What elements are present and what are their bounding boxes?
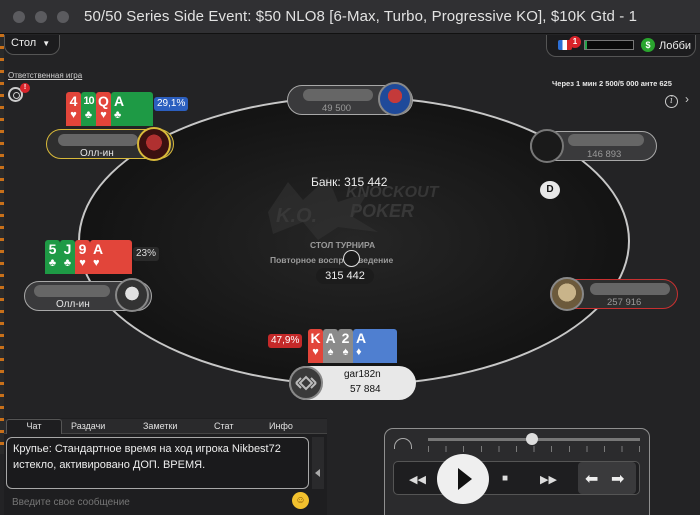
hero-hole-card: A ♦ [353, 329, 397, 363]
equity-badge: 29,1% [154, 97, 189, 111]
hero-name: gar182n [344, 369, 381, 380]
chevron-right-icon[interactable]: › [685, 92, 689, 106]
progress-fill [585, 41, 588, 49]
logo-ko-text: K.O. [276, 205, 317, 227]
pot-chip-icon [343, 250, 360, 267]
hero-hole-card: 2 ♠ [338, 329, 353, 363]
all-in-status: Олл-ин [80, 148, 114, 159]
lobby-button[interactable]: Лобби [659, 40, 691, 52]
close-window-button[interactable] [13, 11, 25, 23]
blind-level-timer: Через 1 мин 2 500/5 000 анте 625 [552, 79, 672, 88]
equity-badge: 23% [133, 247, 160, 261]
seat-top-stack: 49 500 [322, 103, 352, 114]
window-title: 50/50 Series Side Event: $50 NLO8 [6-Max… [84, 8, 638, 25]
hole-card: Q ♥ [96, 92, 111, 126]
avatar[interactable] [115, 278, 149, 312]
lobby-notification-badge: 1 [569, 36, 581, 48]
hole-card: 5 ♣ [45, 240, 60, 274]
hole-card: A ♥ [90, 240, 132, 274]
seat-top-right-stack: 146 893 [587, 149, 622, 160]
replay-label: Повторное воспроизведение [270, 255, 394, 265]
table-name: СТОЛ ТУРНИРА [310, 240, 376, 250]
logo-poker-text: POKER [350, 201, 414, 221]
chat-tabs: Чат Раздачи Заметки Стат Инфо [4, 419, 327, 434]
table-menu-label: Стол [11, 37, 37, 49]
seat-right-stack: 257 916 [607, 297, 642, 308]
tab-info[interactable]: Инфо [269, 421, 293, 431]
slider-thumb[interactable] [525, 433, 538, 445]
zoom-window-button[interactable] [57, 11, 69, 23]
avatar[interactable] [530, 129, 564, 163]
player-name-hidden [34, 285, 110, 297]
tournament-progress-bar [584, 40, 634, 50]
dealer-button: D [540, 181, 560, 199]
hero-hole-card: K ♥ [308, 329, 323, 363]
lobby-icon[interactable]: $ [641, 38, 655, 52]
background-window-edge [0, 34, 4, 454]
play-button[interactable] [437, 454, 489, 504]
avatar[interactable] [137, 127, 171, 161]
all-in-status: Олл-ин [56, 299, 90, 310]
hole-card: 4 ♥ [66, 92, 81, 126]
hole-card: 9 ♥ [75, 240, 90, 274]
minimize-window-button[interactable] [35, 11, 47, 23]
chat-input[interactable] [6, 493, 309, 511]
slider-ticks [428, 446, 640, 452]
hole-card: 10 ♣ [81, 92, 96, 126]
table-menu-button[interactable]: Стол ▼ [4, 35, 60, 55]
fast-forward-button[interactable]: ▶▶ [540, 473, 557, 486]
tab-notes[interactable]: Заметки [143, 421, 177, 431]
avatar[interactable] [550, 277, 584, 311]
prev-hand-arrow-icon[interactable]: ⬅ [585, 469, 598, 489]
tab-stats[interactable]: Стат [214, 421, 233, 431]
responsible-gaming-link[interactable]: Ответственная игра [8, 71, 82, 80]
hero-stack: 57 884 [350, 384, 381, 395]
hero-equity-badge: 47,9% [268, 334, 303, 348]
hero-chip-icon[interactable] [289, 366, 323, 400]
chat-messages: Крупье: Стандартное время на ход игрока … [6, 437, 309, 489]
player-name-hidden [58, 134, 138, 146]
hand-navigation: ⬅ ➡ [578, 462, 636, 494]
chevron-down-icon: ▼ [42, 39, 51, 48]
player-name-hidden [303, 89, 373, 101]
speed-gauge-icon[interactable] [394, 438, 412, 449]
window-titlebar: 50/50 Series Side Event: $50 NLO8 [6-Max… [0, 0, 700, 34]
hero-hole-card: A ♠ [323, 329, 338, 363]
hole-card: J ♣ [60, 240, 75, 274]
hole-card: A ♣ [111, 92, 153, 126]
player-name-hidden [568, 134, 644, 146]
avatar[interactable] [378, 82, 412, 116]
player-name-hidden [590, 283, 670, 295]
tab-chat[interactable]: Чат [6, 419, 62, 434]
info-icon[interactable]: i [665, 95, 678, 108]
notification-badge: ! [20, 83, 30, 93]
next-hand-arrow-icon[interactable]: ➡ [611, 469, 624, 489]
center-pot-amount: 315 442 [316, 268, 374, 284]
stop-button[interactable]: ■ [502, 473, 508, 484]
rewind-button[interactable]: ◀◀ [409, 473, 426, 486]
emoji-icon[interactable]: ☺ [292, 492, 309, 509]
pot-label: Банк: 315 442 [311, 175, 388, 189]
tab-hands[interactable]: Раздачи [71, 421, 105, 431]
chat-scrollbar[interactable] [312, 437, 324, 489]
